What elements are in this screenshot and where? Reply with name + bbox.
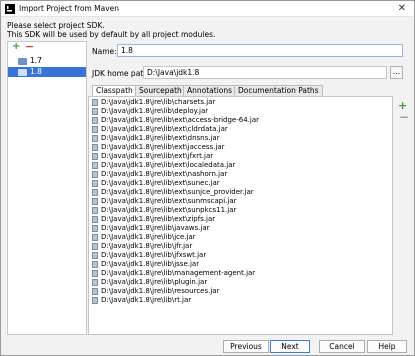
intellij-app-icon xyxy=(5,4,15,14)
jar-icon xyxy=(92,99,98,106)
sdk-toolbar: + − xyxy=(8,40,86,54)
jar-icon xyxy=(92,198,98,205)
instruction-line-2: This SDK will be used by default by all … xyxy=(7,30,216,39)
jar-icon xyxy=(92,279,98,286)
list-item[interactable]: D:\Java\jdk1.8\jre\lib\ext\sunmscapi.jar xyxy=(90,197,390,206)
list-item[interactable]: D:\Java\jdk1.8\jre\lib\ext\sunjce_provid… xyxy=(90,188,390,197)
list-item[interactable]: D:\Java\jdk1.8\jre\lib\deploy.jar xyxy=(90,107,390,116)
tab-sourcepath[interactable]: Sourcepath xyxy=(135,85,186,96)
jar-icon xyxy=(92,288,98,295)
jar-icon xyxy=(92,126,98,133)
cancel-button[interactable]: Cancel xyxy=(319,340,365,353)
list-item[interactable]: D:\Java\jdk1.8\jre\lib\jfr.jar xyxy=(90,242,390,251)
folder-icon xyxy=(18,69,27,76)
jar-icon xyxy=(92,117,98,124)
instruction-line-1: Please select project SDK. xyxy=(7,21,105,30)
list-item[interactable]: D:\Java\jdk1.8\jre\lib\javaws.jar xyxy=(90,224,390,233)
jar-icon xyxy=(92,234,98,241)
list-item[interactable]: D:\Java\jdk1.8\jre\lib\ext\sunpkcs11.jar xyxy=(90,206,390,215)
jar-icon xyxy=(92,261,98,268)
list-item[interactable]: D:\Java\jdk1.8\jre\lib\ext\localedata.ja… xyxy=(90,161,390,170)
jdk-home-path-label: JDK home path: xyxy=(92,69,151,78)
jar-icon xyxy=(92,153,98,160)
jar-icon xyxy=(92,270,98,277)
next-button[interactable]: Next xyxy=(270,340,310,353)
window-title: Import Project from Maven xyxy=(19,4,120,13)
sdk-item-1-7[interactable]: 1.7 xyxy=(8,56,86,66)
previous-button[interactable]: Previous xyxy=(223,340,269,353)
list-item[interactable]: D:\Java\jdk1.8\jre\lib\ext\jaccess.jar xyxy=(90,143,390,152)
list-item[interactable]: D:\Java\jdk1.8\jre\lib\ext\dnsns.jar xyxy=(90,134,390,143)
list-item[interactable]: D:\Java\jdk1.8\jre\lib\plugin.jar xyxy=(90,278,390,287)
name-label: Name: xyxy=(92,47,117,56)
remove-path-icon[interactable]: − xyxy=(399,110,409,124)
tab-annotations[interactable]: Annotations xyxy=(183,85,237,96)
list-item[interactable]: D:\Java\jdk1.8\jre\lib\management-agent.… xyxy=(90,269,390,278)
sdk-item-1-8[interactable]: 1.8 xyxy=(8,67,86,77)
jar-icon xyxy=(92,144,98,151)
list-item[interactable]: D:\Java\jdk1.8\jre\lib\ext\zipfs.jar xyxy=(90,215,390,224)
jar-icon xyxy=(92,180,98,187)
sdk-list-panel: + − 1.7 1.8 xyxy=(7,40,87,335)
list-item[interactable]: D:\Java\jdk1.8\jre\lib\jce.jar xyxy=(90,233,390,242)
list-item[interactable]: D:\Java\jdk1.8\jre\lib\ext\nashorn.jar xyxy=(90,170,390,179)
list-item[interactable]: D:\Java\jdk1.8\jre\lib\ext\sunec.jar xyxy=(90,179,390,188)
list-item[interactable]: D:\Java\jdk1.8\jre\lib\jfxswt.jar xyxy=(90,251,390,260)
jar-icon xyxy=(92,207,98,214)
close-icon[interactable]: ✕ xyxy=(398,3,406,14)
add-sdk-icon[interactable]: + xyxy=(12,41,20,52)
folder-icon xyxy=(18,58,27,65)
sdk-instructions: Please select project SDK. This SDK will… xyxy=(7,21,215,39)
list-item[interactable]: D:\Java\jdk1.8\jre\lib\resources.jar xyxy=(90,287,390,296)
list-item[interactable]: D:\Java\jdk1.8\jre\lib\jsse.jar xyxy=(90,260,390,269)
jar-icon xyxy=(92,225,98,232)
jar-icon xyxy=(92,243,98,250)
jar-icon xyxy=(92,216,98,223)
title-bar: Import Project from Maven ✕ xyxy=(1,1,414,17)
tab-documentation-paths[interactable]: Documentation Paths xyxy=(234,85,323,96)
sdk-name-field[interactable]: 1.8 xyxy=(117,44,403,57)
sdk-item-label: 1.7 xyxy=(30,56,42,65)
jar-icon xyxy=(92,162,98,169)
jar-icon xyxy=(92,252,98,259)
list-item[interactable]: D:\Java\jdk1.8\jre\lib\ext\jfxrt.jar xyxy=(90,152,390,161)
import-project-dialog: Import Project from Maven ✕ Please selec… xyxy=(0,0,415,356)
jar-icon xyxy=(92,189,98,196)
browse-button[interactable]: ... xyxy=(390,66,403,79)
jar-icon xyxy=(92,135,98,142)
list-item[interactable]: D:\Java\jdk1.8\jre\lib\rt.jar xyxy=(90,296,390,305)
classpath-list: D:\Java\jdk1.8\jre\lib\charsets.jar D:\J… xyxy=(88,96,393,335)
list-item[interactable]: D:\Java\jdk1.8\jre\lib\charsets.jar xyxy=(90,98,390,107)
sdk-item-label: 1.8 xyxy=(30,67,42,76)
list-item[interactable]: D:\Java\jdk1.8\jre\lib\ext\cldrdata.jar xyxy=(90,125,390,134)
list-item[interactable]: D:\Java\jdk1.8\jre\lib\ext\access-bridge… xyxy=(90,116,390,125)
jar-icon xyxy=(92,171,98,178)
jdk-home-path-field[interactable]: D:\Java\jdk1.8 xyxy=(143,66,387,79)
remove-sdk-icon[interactable]: − xyxy=(25,40,34,53)
jar-icon xyxy=(92,108,98,115)
jar-icon xyxy=(92,297,98,304)
help-button[interactable]: Help xyxy=(367,340,407,353)
